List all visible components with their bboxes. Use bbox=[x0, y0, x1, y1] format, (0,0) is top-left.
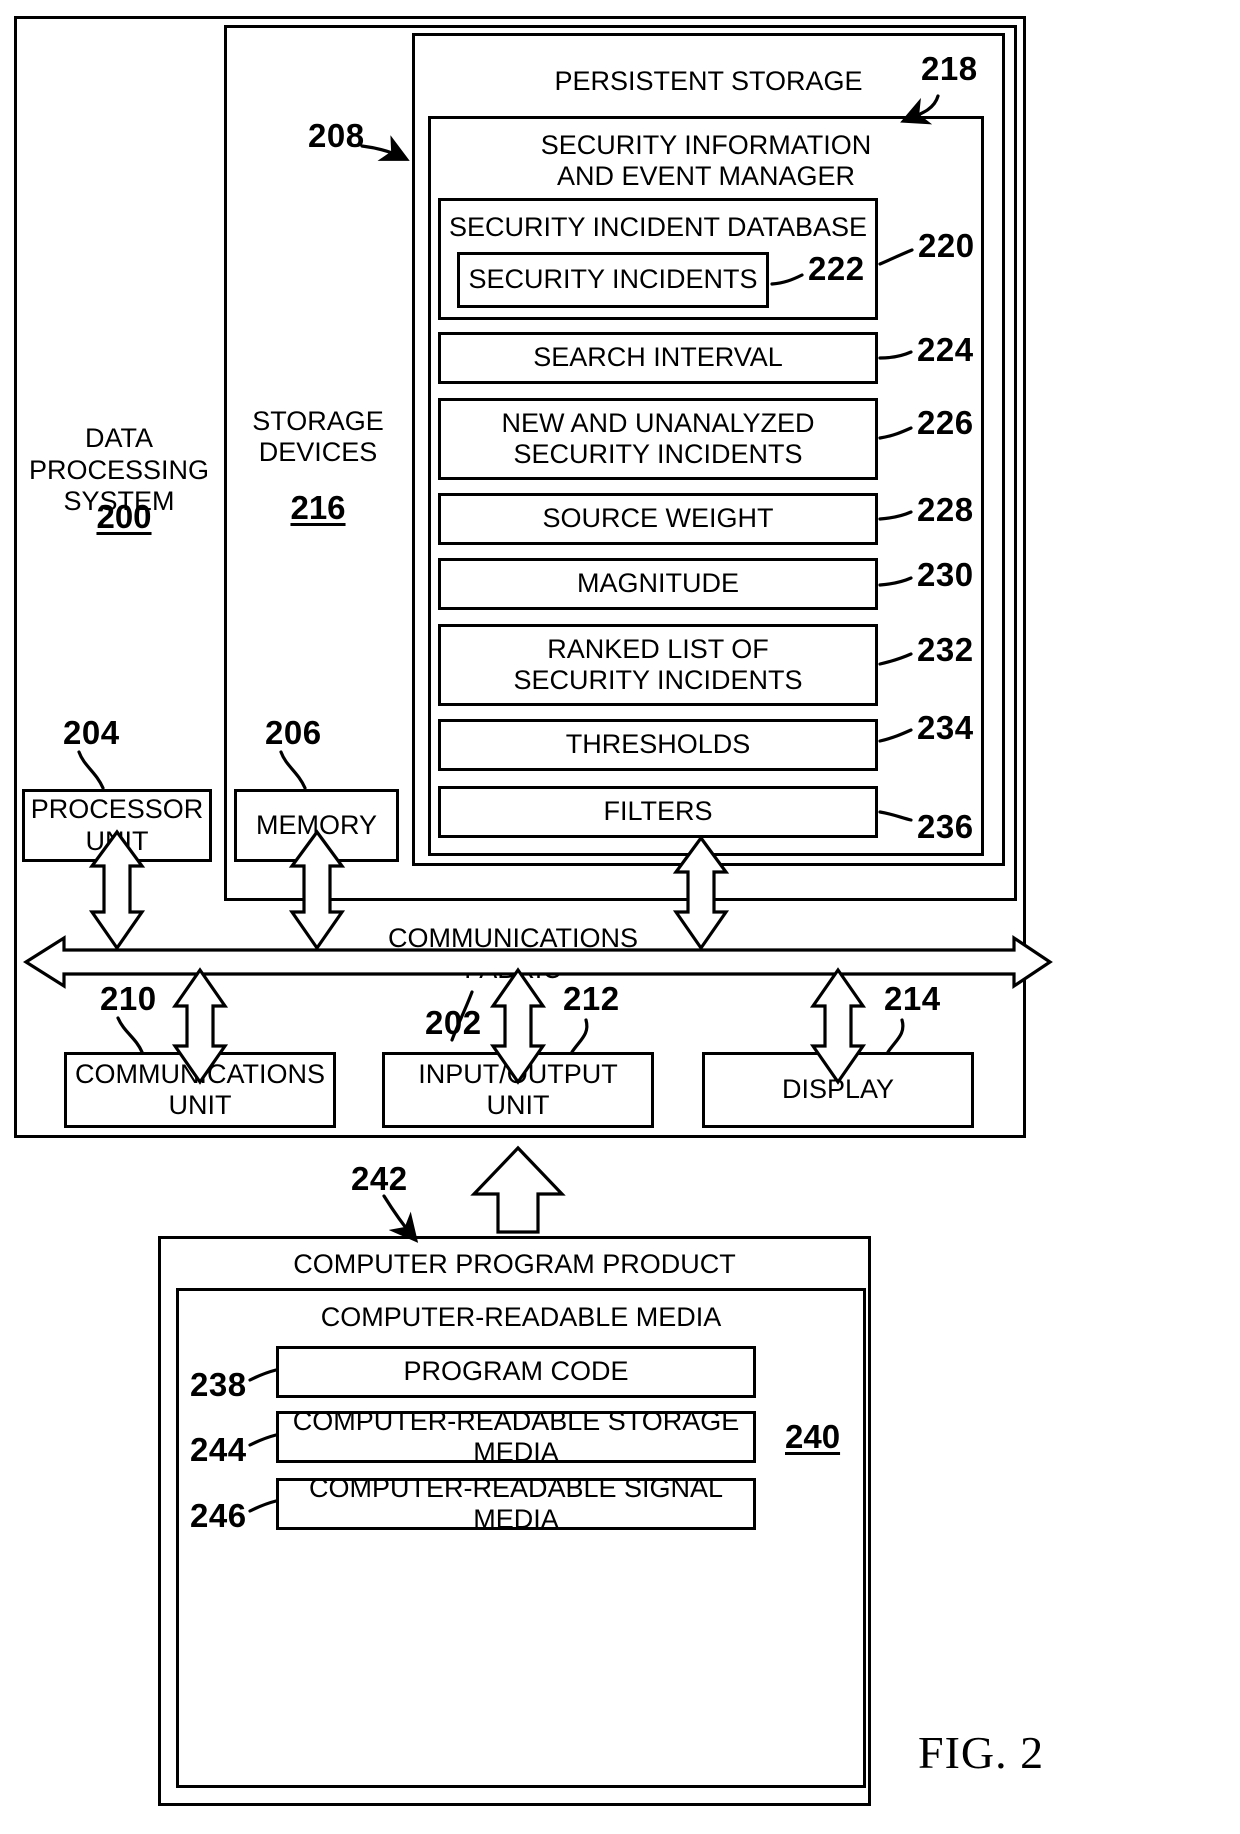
program-code-ref: 238 bbox=[190, 1366, 247, 1403]
memory-label: MEMORY bbox=[255, 809, 377, 840]
communications-fabric-ref: 202 bbox=[425, 1004, 482, 1041]
figure-label: FIG. 2 bbox=[918, 1727, 1045, 1778]
processor-unit-label-line2: UNIT bbox=[85, 825, 149, 856]
siem-title-line2: AND EVENT MANAGER bbox=[556, 161, 856, 191]
siem-item-ref-232: 232 bbox=[917, 631, 974, 668]
io-unit-label-line1: INPUT/OUTPUT bbox=[418, 1058, 618, 1089]
siem-item-label: MAGNITUDE bbox=[577, 568, 739, 599]
program-product-up-arrow bbox=[470, 1145, 566, 1234]
signal-media-ref: 246 bbox=[190, 1497, 247, 1534]
processor-unit-ref: 204 bbox=[63, 714, 120, 751]
siem-item-filters: FILTERS bbox=[438, 786, 878, 838]
siem-item-magnitude: MAGNITUDE bbox=[438, 558, 878, 610]
siem-item-ref-236: 236 bbox=[917, 808, 974, 845]
communications-fabric-label: COMMUNICATIONS FABRIC bbox=[388, 923, 638, 985]
siem-item-label: SOURCE WEIGHT bbox=[542, 503, 774, 534]
computer-program-product-title: COMPUTER PROGRAM PRODUCT bbox=[293, 1249, 736, 1279]
media-item-label: COMPUTER-READABLE SIGNAL MEDIA bbox=[308, 1472, 724, 1534]
io-unit-ref: 212 bbox=[563, 980, 620, 1017]
siem-item-source-weight: SOURCE WEIGHT bbox=[438, 493, 878, 545]
siem-item-label-line1: RANKED LIST OF bbox=[547, 633, 769, 664]
storage-devices-ref: 216 bbox=[290, 489, 346, 526]
storage-devices-title: STORAGE DEVICES bbox=[252, 406, 384, 468]
siem-item-label-line1: NEW AND UNANALYZED bbox=[501, 407, 815, 438]
siem-item-label: FILTERS bbox=[603, 796, 713, 827]
media-item-computer-readable-storage-media: COMPUTER-READABLE STORAGE MEDIA bbox=[276, 1406, 756, 1467]
display-ref: 214 bbox=[884, 980, 941, 1017]
siem-ref-218: 218 bbox=[921, 50, 978, 87]
processor-unit-label-line1: PROCESSOR bbox=[30, 794, 204, 825]
processor-unit-box: PROCESSOR UNIT bbox=[22, 789, 212, 862]
communications-unit-box: COMMUNICATIONS UNIT bbox=[64, 1052, 336, 1128]
siem-item-ref-228: 228 bbox=[917, 491, 974, 528]
leader-242 bbox=[382, 1194, 419, 1243]
media-item-computer-readable-signal-media: COMPUTER-READABLE SIGNAL MEDIA bbox=[276, 1473, 756, 1534]
computer-readable-media-title: COMPUTER-READABLE MEDIA bbox=[320, 1302, 722, 1332]
communications-unit-label-line1: COMMUNICATIONS bbox=[75, 1058, 325, 1089]
patent-figure-2: SECURITY INCIDENTS PERSISTENT STORAGE SE… bbox=[0, 0, 1240, 1834]
siem-item-label: SEARCH INTERVAL bbox=[533, 342, 783, 373]
display-label: DISPLAY bbox=[781, 1074, 895, 1105]
communications-unit-label-line2: UNIT bbox=[168, 1090, 232, 1120]
security-incidents-label: SECURITY INCIDENTS bbox=[468, 264, 758, 295]
memory-ref: 206 bbox=[265, 714, 322, 751]
computer-program-product-ref: 242 bbox=[351, 1160, 408, 1197]
siem-item-label-line2: SECURITY INCIDENTS bbox=[513, 439, 803, 469]
persistent-storage-title: PERSISTENT STORAGE bbox=[554, 66, 863, 96]
communications-unit-ref: 210 bbox=[100, 980, 157, 1017]
media-item-label: COMPUTER-READABLE STORAGE MEDIA bbox=[292, 1405, 740, 1467]
display-box: DISPLAY bbox=[702, 1052, 974, 1128]
media-item-label: PROGRAM CODE bbox=[403, 1356, 629, 1387]
storage-media-ref: 244 bbox=[190, 1431, 247, 1468]
siem-item-ref-230: 230 bbox=[917, 556, 974, 593]
computer-readable-media-ref: 240 bbox=[785, 1418, 841, 1455]
data-processing-system-ref: 200 bbox=[96, 498, 152, 535]
io-unit-label-line2: UNIT bbox=[486, 1090, 550, 1120]
security-incidents-ref-222: 222 bbox=[808, 250, 865, 287]
memory-box: MEMORY bbox=[234, 789, 399, 862]
security-incident-database-title: SECURITY INCIDENT DATABASE bbox=[448, 212, 868, 242]
siem-item-ref-224: 224 bbox=[917, 331, 974, 368]
siem-item-new-and-unanalyzed-security-incidents: NEW AND UNANALYZED SECURITY INCIDENTS bbox=[438, 398, 878, 480]
siem-item-thresholds: THRESHOLDS bbox=[438, 719, 878, 771]
input-output-unit-box: INPUT/OUTPUT UNIT bbox=[382, 1052, 654, 1128]
siem-item-ref-234: 234 bbox=[917, 709, 974, 746]
security-incidents-box: SECURITY INCIDENTS bbox=[457, 252, 769, 308]
security-incident-database-ref-220: 220 bbox=[918, 227, 975, 264]
persistent-storage-ref-208: 208 bbox=[308, 117, 365, 154]
siem-title-line1: SECURITY INFORMATION bbox=[540, 130, 872, 160]
siem-item-ref-226: 226 bbox=[917, 404, 974, 441]
siem-item-search-interval: SEARCH INTERVAL bbox=[438, 332, 878, 384]
siem-item-label-line2: SECURITY INCIDENTS bbox=[513, 665, 803, 695]
siem-item-ranked-list-of-security-incidents: RANKED LIST OF SECURITY INCIDENTS bbox=[438, 624, 878, 706]
siem-item-label: THRESHOLDS bbox=[565, 729, 751, 760]
media-item-program-code: PROGRAM CODE bbox=[276, 1346, 756, 1398]
